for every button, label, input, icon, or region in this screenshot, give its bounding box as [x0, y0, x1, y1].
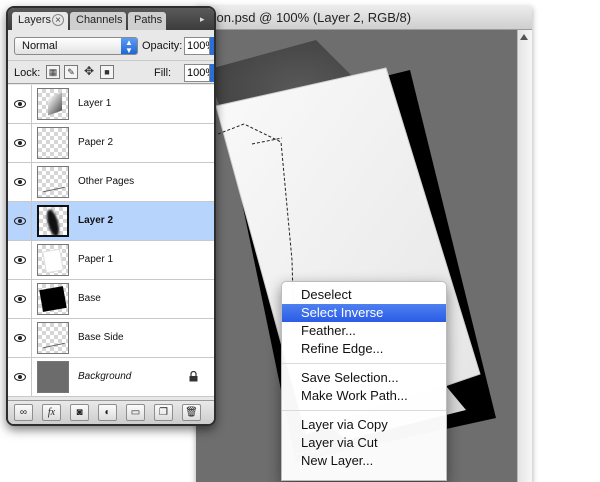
- lock-paint-icon[interactable]: ✎: [64, 65, 78, 79]
- visibility-toggle[interactable]: [8, 124, 32, 162]
- layer-name[interactable]: Layer 2: [78, 215, 113, 226]
- visibility-toggle[interactable]: [8, 358, 32, 396]
- fill-slider-arrow-icon[interactable]: [210, 64, 214, 82]
- layer-name[interactable]: Layer 1: [78, 98, 111, 109]
- lock-icon: [189, 371, 198, 382]
- visibility-toggle[interactable]: [8, 280, 32, 318]
- lock-position-icon[interactable]: ✥: [82, 65, 96, 79]
- layer-row[interactable]: Background: [8, 358, 214, 397]
- layer-name[interactable]: Paper 2: [78, 137, 113, 148]
- layer-thumbnail[interactable]: [37, 244, 69, 276]
- eye-icon: [14, 100, 26, 108]
- document-titlebar[interactable]: con.psd @ 100% (Layer 2, RGB/8): [196, 6, 532, 30]
- panel-footer: ∞ fx ◙ ◐ ▭ ❐ 🗑: [8, 400, 214, 424]
- layer-name[interactable]: Base: [78, 293, 101, 304]
- thumbnail-art: [44, 208, 62, 235]
- eye-icon: [14, 256, 26, 264]
- new-layer-icon[interactable]: ❐: [154, 404, 173, 421]
- visibility-toggle[interactable]: [8, 85, 32, 123]
- thumbnail-art: [39, 286, 67, 312]
- panel-tab-bar: Layers × Channels Paths ▸: [8, 8, 214, 30]
- tab-channels[interactable]: Channels: [70, 12, 126, 30]
- tab-paths-label: Paths: [134, 14, 163, 26]
- layer-row[interactable]: Paper 1: [8, 241, 214, 280]
- layer-thumbnail[interactable]: [37, 127, 69, 159]
- fill-label: Fill:: [154, 67, 172, 79]
- link-icon[interactable]: ∞: [14, 404, 33, 421]
- menu-item-make-work-path[interactable]: Make Work Path...: [282, 387, 446, 405]
- layer-thumbnail[interactable]: [37, 283, 69, 315]
- menu-item-deselect[interactable]: Deselect: [282, 286, 446, 304]
- lock-all-icon[interactable]: ■: [100, 65, 114, 79]
- layer-row[interactable]: Base Side: [8, 319, 214, 358]
- layer-row[interactable]: Layer 2: [8, 202, 214, 241]
- layer-thumbnail[interactable]: [37, 361, 69, 393]
- context-menu: Deselect Select Inverse Feather... Refine E…: [281, 281, 447, 481]
- tab-layers-label: Layers: [18, 14, 52, 26]
- adjustment-icon[interactable]: ◐: [98, 404, 117, 421]
- trash-icon[interactable]: 🗑: [182, 404, 201, 421]
- panel-menu-icon[interactable]: ▸: [200, 14, 210, 24]
- visibility-toggle[interactable]: [8, 202, 32, 240]
- blend-mode-select[interactable]: Normal ▲ ▼: [14, 37, 138, 55]
- fill-input[interactable]: 100%: [184, 64, 210, 82]
- layers-panel: Layers × Channels Paths ▸ Normal ▲ ▼ Opac…: [6, 6, 216, 426]
- mask-icon[interactable]: ◙: [70, 404, 89, 421]
- layer-thumbnail[interactable]: [37, 166, 69, 198]
- layer-row[interactable]: Paper 2: [8, 124, 214, 163]
- eye-icon: [14, 217, 26, 225]
- tab-paths[interactable]: Paths: [128, 12, 166, 30]
- document-title: con.psd @ 100% (Layer 2, RGB/8): [210, 10, 412, 25]
- visibility-toggle[interactable]: [8, 319, 32, 357]
- opacity-slider-arrow-icon[interactable]: [210, 37, 214, 55]
- chevron-updown-icon: ▲ ▼: [121, 38, 137, 55]
- layer-row[interactable]: Base: [8, 280, 214, 319]
- opacity-input[interactable]: 100%: [184, 37, 210, 55]
- layer-row[interactable]: Other Pages: [8, 163, 214, 202]
- menu-separator: [282, 363, 446, 364]
- layer-list: Layer 1 Paper 2 Other Pages Layer 2 Paper 1 B…: [8, 85, 214, 397]
- layer-row[interactable]: Layer 1: [8, 85, 214, 124]
- thumbnail-art: [43, 186, 65, 193]
- scroll-up-arrow-icon[interactable]: [520, 34, 528, 40]
- layer-thumbnail[interactable]: [37, 88, 69, 120]
- lock-row: Lock: ▦ ✎ ✥ ■ Fill: 100%: [8, 60, 214, 84]
- menu-item-feather[interactable]: Feather...: [282, 322, 446, 340]
- eye-icon: [14, 178, 26, 186]
- thumbnail-art: [42, 248, 64, 274]
- layer-thumbnail[interactable]: [37, 322, 69, 354]
- opacity-label: Opacity:: [142, 40, 183, 52]
- layer-name[interactable]: Base Side: [78, 332, 124, 343]
- thumbnail-art: [38, 362, 68, 392]
- menu-item-layer-via-cut[interactable]: Layer via Cut: [282, 434, 446, 452]
- menu-item-select-inverse[interactable]: Select Inverse: [282, 304, 446, 322]
- vertical-scrollbar[interactable]: [517, 30, 532, 482]
- menu-item-save-selection[interactable]: Save Selection...: [282, 369, 446, 387]
- group-folder-icon[interactable]: ▭: [126, 404, 145, 421]
- lock-transparency-icon[interactable]: ▦: [46, 65, 60, 79]
- tab-channels-label: Channels: [76, 14, 123, 26]
- layer-name[interactable]: Paper 1: [78, 254, 113, 265]
- layer-thumbnail[interactable]: [37, 205, 69, 237]
- close-icon[interactable]: ×: [52, 14, 64, 26]
- thumbnail-art: [48, 92, 62, 116]
- blend-mode-value: Normal: [22, 40, 58, 52]
- eye-icon: [14, 334, 26, 342]
- eye-icon: [14, 373, 26, 381]
- photoshop-screen: con.psd @ 100% (Layer 2, RGB/8) Layers ×…: [0, 0, 600, 482]
- menu-item-new-layer[interactable]: New Layer...: [282, 452, 446, 470]
- menu-item-layer-via-copy[interactable]: Layer via Copy: [282, 416, 446, 434]
- visibility-toggle[interactable]: [8, 241, 32, 279]
- eye-icon: [14, 139, 26, 147]
- menu-item-refine-edge[interactable]: Refine Edge...: [282, 340, 446, 358]
- layer-name[interactable]: Background: [78, 371, 131, 382]
- visibility-toggle[interactable]: [8, 163, 32, 201]
- thumbnail-art: [43, 342, 65, 349]
- layer-name[interactable]: Other Pages: [78, 176, 134, 187]
- fx-icon[interactable]: fx: [42, 404, 61, 421]
- menu-separator: [282, 410, 446, 411]
- lock-label: Lock:: [14, 67, 41, 79]
- eye-icon: [14, 295, 26, 303]
